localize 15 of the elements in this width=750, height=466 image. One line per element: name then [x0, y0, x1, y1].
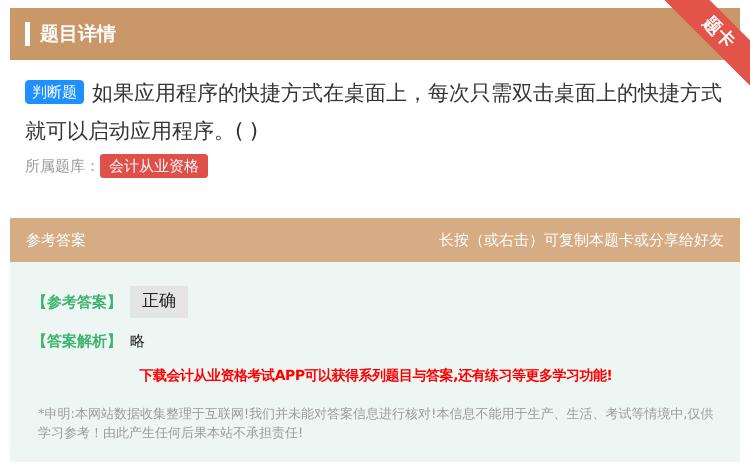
ribbon-text: 题卡 — [698, 10, 740, 54]
disclaimer-text: *申明:本网站数据收集整理于互联网!我们并未能对答案信息进行核对!本信息不能用于生产、生活、考试等情境中,仅供学习参考！由此产生任何后果本站不承担责任! — [37, 406, 714, 443]
analysis-label: 【答案解析】 — [32, 330, 122, 352]
answer-label: 【参考答案】 — [32, 292, 122, 312]
answer-value: 正确 — [130, 286, 188, 318]
bank-label: 所属题库： — [25, 156, 100, 177]
accent-bar — [25, 22, 30, 46]
section-title: 题目详情 — [40, 22, 116, 47]
analysis-value: 略 — [130, 330, 145, 352]
bank-tag[interactable]: 会计从业资格 — [100, 154, 208, 178]
question-type-badge: 判断题 — [25, 80, 84, 104]
answer-header-title: 参考答案 — [26, 230, 86, 251]
promo-text: 下载会计从业资格考试APP可以获得系列题目与答案,还有练习等更多学习功能! — [138, 366, 614, 386]
share-hint: 长按（或右击）可复制本题卡或分享给好友 — [439, 230, 724, 251]
question-text: 判断题 如果应用程序的快捷方式在桌面上，每次只需双击桌面上的快捷方式就可以启动应用程序。( ) — [25, 79, 723, 145]
